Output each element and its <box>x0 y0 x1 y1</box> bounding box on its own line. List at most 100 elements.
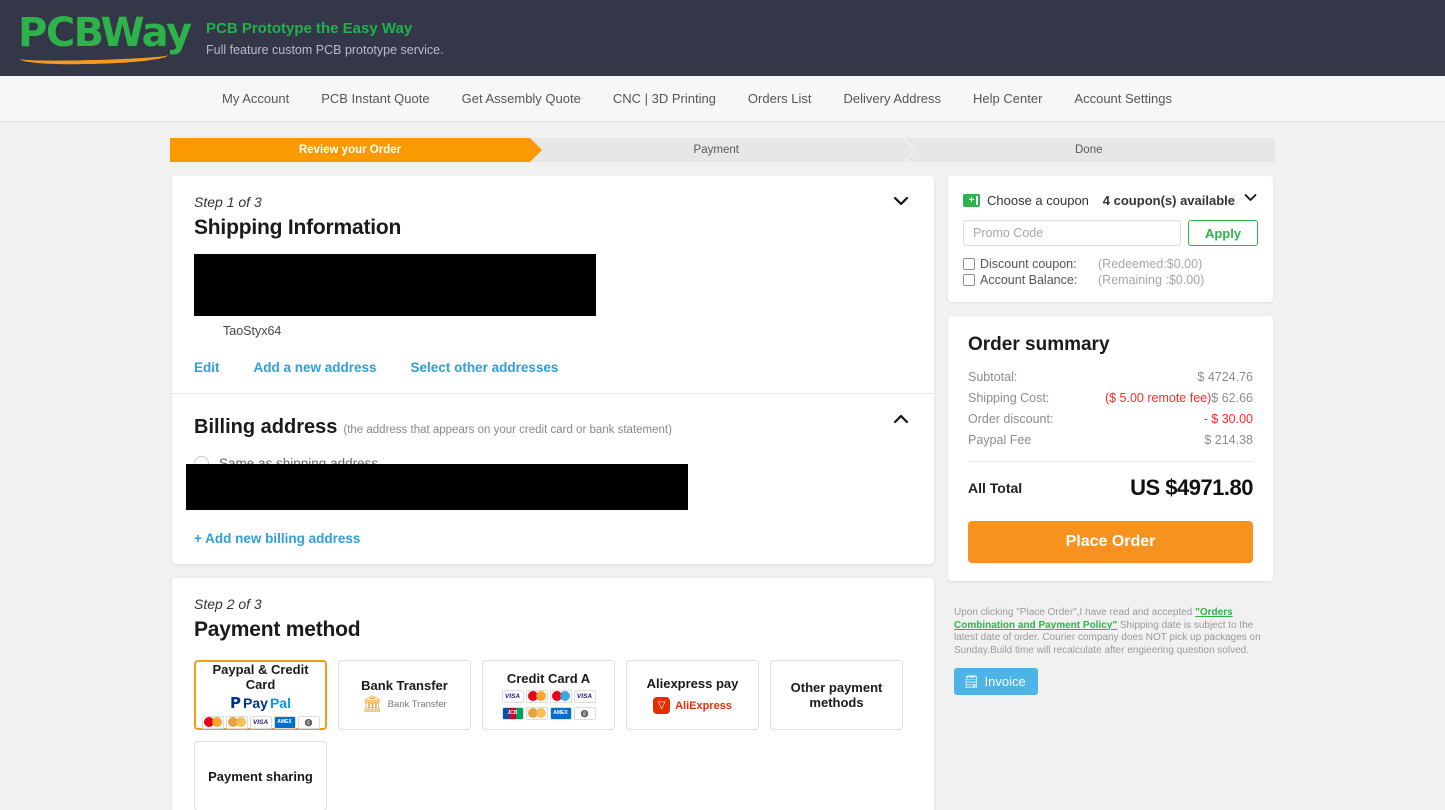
payment-option-aliexpress-pay[interactable]: Aliexpress pay ▽ AliExpress <box>626 660 759 730</box>
maestro-icon <box>225 715 248 729</box>
invoice-icon: 🗒 <box>963 674 980 689</box>
pcbway-logo[interactable]: PCBWay <box>18 10 192 66</box>
payment-method-card: Step 2 of 3 Payment method Paypal & Cred… <box>172 578 934 810</box>
account-balance-label: Account Balance: <box>980 273 1078 287</box>
step-label-2: Payment <box>693 144 739 156</box>
billing-address-section: Billing address (the address that appear… <box>172 394 934 564</box>
discount-coupon-checkbox[interactable] <box>963 258 975 270</box>
chevron-down-icon[interactable] <box>892 192 910 210</box>
payment-step-label: Step 2 of 3 <box>194 596 262 612</box>
step-payment[interactable]: Payment <box>530 138 915 162</box>
order-summary-card: Order summary Subtotal: $ 4724.76 Shippi… <box>948 316 1273 581</box>
nav-item-delivery-address[interactable]: Delivery Address <box>844 91 942 106</box>
visa-electron-icon: VISA <box>573 689 596 703</box>
shipping-actions: Edit Add a new address Select other addr… <box>194 360 912 393</box>
payment-option-bank-transfer[interactable]: Bank Transfer 🏛 Bank Transfer <box>338 660 471 730</box>
shipping-step-label: Step 1 of 3 <box>194 194 262 210</box>
add-new-billing-address-link[interactable]: + Add new billing address <box>194 531 912 546</box>
coupon-icon: + <box>963 193 980 207</box>
account-balance-value: (Remaining :$0.00) <box>1098 273 1205 287</box>
select-other-addresses-link[interactable]: Select other addresses <box>411 360 559 375</box>
jcb-icon: JCB <box>501 706 524 720</box>
chevron-down-icon[interactable] <box>1243 190 1258 210</box>
payment-option-aliexpress-label: Aliexpress pay <box>646 676 739 691</box>
checkout-left-column: Step 1 of 3 Shipping Information TaoStyx… <box>172 176 934 810</box>
bank-transfer-sub: Bank Transfer <box>387 699 447 710</box>
shipping-information-card: Step 1 of 3 Shipping Information TaoStyx… <box>172 176 934 564</box>
step-done[interactable]: Done <box>902 138 1275 162</box>
payment-option-paypal-label: Paypal & Credit Card <box>212 661 309 692</box>
site-header: PCBWay PCB Prototype the Easy Way Full f… <box>0 0 1445 76</box>
credit-card-brands-row2: JCB AMEX ◍ <box>501 706 596 720</box>
shipping-section-title: Shipping Information <box>194 216 402 239</box>
checkout-progress: Review your Order Payment Done <box>0 122 1445 162</box>
chevron-up-icon[interactable] <box>892 410 910 428</box>
aliexpress-brand: ▽ AliExpress <box>653 697 732 714</box>
mastercard-icon <box>525 689 548 703</box>
nav-item-pcb-instant-quote[interactable]: PCB Instant Quote <box>321 91 429 106</box>
summary-key-subtotal: Subtotal: <box>968 370 1018 384</box>
payment-method-options: Paypal & Credit Card P Pay Pal VISA AMEX ◍ <box>194 660 912 810</box>
nav-item-help-center[interactable]: Help Center <box>973 91 1042 106</box>
amex-icon: AMEX <box>273 715 296 729</box>
payment-option-credit-card-a-label: Credit Card A <box>506 670 591 686</box>
edit-address-link[interactable]: Edit <box>194 360 220 375</box>
visa-icon: VISA <box>249 715 272 729</box>
bank-transfer-brand: 🏛 Bank Transfer <box>362 696 447 713</box>
promo-code-input[interactable] <box>963 220 1181 246</box>
summary-row-shipping: Shipping Cost: ($ 5.00 remote fee)$ 62.6… <box>968 391 1253 405</box>
summary-value-subtotal: $ 4724.76 <box>1197 370 1253 384</box>
payment-option-paypal-credit-card[interactable]: Paypal & Credit Card P Pay Pal VISA AMEX ◍ <box>194 660 327 730</box>
policy-prefix: Upon clicking "Place Order",I have read … <box>954 607 1196 618</box>
header-tagline: PCB Prototype the Easy Way Full feature … <box>206 17 444 59</box>
nav-item-cnc-3d-printing[interactable]: CNC | 3D Printing <box>613 91 716 106</box>
account-balance-checkbox[interactable] <box>963 274 975 286</box>
order-summary-title: Order summary <box>968 334 1110 355</box>
summary-key-paypal-fee: Paypal Fee <box>968 433 1032 447</box>
summary-key-discount: Order discount: <box>968 412 1054 426</box>
amex-icon: AMEX <box>549 706 572 720</box>
billing-note: (the address that appears on your credit… <box>343 424 672 436</box>
mastercard-blue-icon <box>549 689 572 703</box>
nav-item-orders-list[interactable]: Orders List <box>748 91 812 106</box>
summary-value-shipping-group: ($ 5.00 remote fee)$ 62.66 <box>1105 391 1253 405</box>
diners-icon: ◍ <box>297 715 320 729</box>
step-review-your-order[interactable]: Review your Order <box>170 138 542 162</box>
choose-coupon-label: Choose a coupon <box>987 192 1089 208</box>
summary-row-paypal-fee: Paypal Fee $ 214.38 <box>968 433 1253 447</box>
invoice-button[interactable]: 🗒 Invoice <box>954 668 1038 695</box>
summary-value-shipping: $ 62.66 <box>1211 391 1253 405</box>
payment-option-payment-sharing[interactable]: Payment sharing <box>194 741 327 810</box>
add-new-address-link[interactable]: Add a new address <box>254 360 377 375</box>
payment-option-other-methods[interactable]: Other payment methods <box>770 660 903 730</box>
mastercard-icon <box>201 715 224 729</box>
aliexpress-icon: ▽ <box>653 697 671 714</box>
account-balance-row[interactable]: Account Balance: (Remaining :$0.00) <box>963 273 1258 287</box>
discount-coupon-value: (Redeemed:$0.00) <box>1098 257 1203 271</box>
nav-item-account-settings[interactable]: Account Settings <box>1074 91 1172 106</box>
payment-option-credit-card-a[interactable]: Credit Card A VISA VISA JCB AMEX ◍ <box>482 660 615 730</box>
summary-row-discount: Order discount: - $ 30.00 <box>968 412 1253 426</box>
summary-value-paypal-fee: $ 214.38 <box>1204 433 1253 447</box>
summary-remote-fee: ($ 5.00 remote fee) <box>1104 391 1212 405</box>
paypal-logo-icon: P Pay Pal <box>230 693 291 712</box>
place-order-button[interactable]: Place Order <box>968 521 1253 563</box>
visa-icon: VISA <box>501 689 524 703</box>
bank-icon: 🏛 <box>362 696 383 713</box>
payment-option-bank-label: Bank Transfer <box>361 678 448 693</box>
summary-divider <box>968 461 1253 462</box>
summary-key-shipping: Shipping Cost: <box>968 391 1050 405</box>
credit-card-brands-row1: VISA VISA <box>501 689 596 703</box>
payment-section-title: Payment method <box>194 618 361 641</box>
coupon-available-toggle[interactable]: 4 coupon(s) available <box>1103 190 1258 210</box>
payment-option-sharing-label: Payment sharing <box>208 768 313 784</box>
tagline-primary: PCB Prototype the Easy Way <box>206 20 413 37</box>
payment-option-other-label: Other payment methods <box>790 680 883 710</box>
discount-coupon-row[interactable]: Discount coupon: (Redeemed:$0.00) <box>963 257 1258 271</box>
summary-total-row: All Total US $4971.80 <box>968 475 1253 501</box>
nav-item-my-account[interactable]: My Account <box>222 91 289 106</box>
nav-item-get-assembly-quote[interactable]: Get Assembly Quote <box>462 91 581 106</box>
coupon-available-count: 4 coupon(s) available <box>1102 192 1235 208</box>
apply-promo-button[interactable]: Apply <box>1188 220 1258 246</box>
billing-section-title: Billing address <box>194 416 338 438</box>
